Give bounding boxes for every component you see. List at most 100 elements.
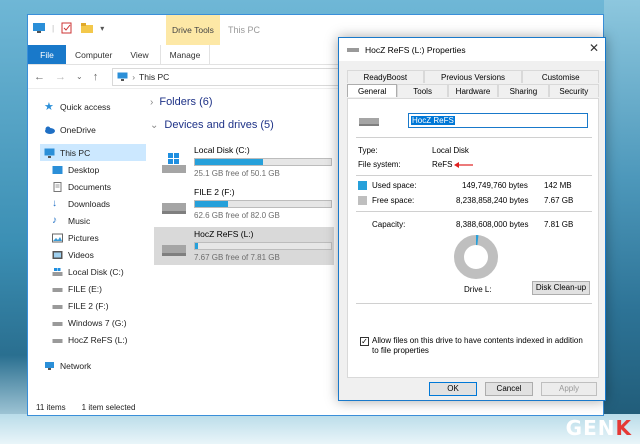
tab-general[interactable]: General — [347, 84, 398, 97]
sidebar-item-label: Desktop — [68, 164, 100, 175]
apply-button[interactable]: Apply — [541, 382, 597, 396]
tab-customise[interactable]: Customise — [522, 70, 599, 83]
drive-free-space: 25.1 GB free of 50.1 GB — [194, 169, 280, 178]
free-space-bytes: 8,238,858,240 bytes — [456, 196, 529, 205]
devices-group-header[interactable]: ⌄ Devices and drives (5) — [150, 119, 274, 131]
divider — [356, 175, 592, 176]
cancel-button[interactable]: Cancel — [485, 382, 533, 396]
tab-previous-versions[interactable]: Previous Versions — [423, 70, 523, 83]
download-icon: ↓ — [52, 197, 57, 209]
cloud-icon — [45, 126, 55, 134]
sidebar-item-label: FILE 2 (F:) — [68, 300, 109, 311]
window-title: This PC — [228, 25, 261, 35]
drive-tile-file-2-f[interactable]: FILE 2 (F:) 62.6 GB free of 82.0 GB — [154, 185, 334, 223]
music-icon: ♪ — [52, 214, 57, 226]
sidebar-item-file-2-f[interactable]: FILE 2 (F:) — [52, 297, 109, 314]
sidebar-item-quick-access[interactable]: ★ Quick access — [44, 98, 111, 115]
tab-sharing[interactable]: Sharing — [498, 84, 549, 97]
sidebar-item-label: Music — [68, 215, 91, 226]
sidebar-item-videos[interactable]: Videos — [52, 246, 94, 263]
sidebar-item-label: FILE (E:) — [68, 283, 103, 294]
tab-view[interactable]: View — [121, 45, 157, 64]
sidebar-item-label: Quick access — [60, 101, 111, 112]
drive-icon — [162, 245, 186, 256]
folders-group-header[interactable]: › Folders (6) — [150, 96, 213, 108]
file-system-value: ReFS — [432, 160, 453, 169]
tab-tools[interactable]: Tools — [397, 84, 448, 97]
drive-tile-hocz-refs-l[interactable]: HocZ ReFS (L:) 7.67 GB free of 7.81 GB — [154, 227, 334, 265]
drive-usage-fill — [195, 243, 198, 249]
forward-arrow-icon[interactable]: → — [55, 71, 66, 83]
tab-readyboost[interactable]: ReadyBoost — [347, 70, 424, 83]
red-arrow-icon — [454, 162, 473, 168]
sidebar-item-hocz-refs-l[interactable]: HocZ ReFS (L:) — [52, 331, 128, 348]
ok-button[interactable]: OK — [429, 382, 477, 396]
address-box[interactable]: › This PC — [112, 67, 343, 86]
drive-icon — [52, 304, 63, 309]
sidebar-item-local-disk-c[interactable]: Local Disk (C:) — [52, 263, 124, 280]
general-tab-panel: HocZ ReFS Type: Local Disk File system: … — [347, 98, 599, 378]
tab-file[interactable]: File — [28, 45, 66, 64]
divider — [356, 303, 592, 304]
used-space-swatch — [358, 181, 367, 190]
chevron-right-icon: › — [150, 96, 154, 108]
drive-name: Local Disk (C:) — [194, 145, 250, 155]
file-system-label: File system: — [358, 160, 401, 169]
watermark-logo: GENK — [566, 416, 632, 440]
desktop-folder-icon — [52, 165, 63, 174]
drive-tools-context-tab[interactable]: Drive Tools — [166, 15, 220, 45]
sidebar-item-documents[interactable]: Documents — [52, 178, 111, 195]
sidebar-item-network[interactable]: Network — [44, 357, 91, 374]
used-space-bytes: 149,749,760 bytes — [462, 181, 528, 190]
windows-drive-icon — [162, 153, 186, 173]
sidebar-item-file-e[interactable]: FILE (E:) — [52, 280, 102, 297]
drive-icon — [52, 267, 63, 276]
sidebar-item-label: Network — [60, 360, 92, 371]
drive-icon — [347, 47, 359, 52]
capacity-bytes: 8,388,608,000 bytes — [456, 220, 529, 229]
chevron-down-icon: ⌄ — [150, 119, 159, 131]
new-folder-icon[interactable] — [80, 22, 94, 34]
sidebar-item-label: Pictures — [68, 232, 99, 243]
tab-computer[interactable]: Computer — [66, 45, 121, 64]
drive-name-input[interactable]: HocZ ReFS — [408, 113, 588, 128]
sidebar-item-onedrive[interactable]: OneDrive — [44, 121, 96, 138]
toolbar-separator: | — [52, 23, 55, 33]
back-arrow-icon[interactable]: ← — [34, 71, 45, 83]
dialog-title: HocZ ReFS (L:) Properties — [365, 44, 466, 55]
used-space-size: 142 MB — [544, 181, 572, 190]
index-checkbox[interactable]: ✓ — [360, 337, 369, 346]
drive-tile-local-disk-c[interactable]: Local Disk (C:) 25.1 GB free of 50.1 GB — [154, 143, 334, 181]
customize-toolbar-icon[interactable]: ▾ — [100, 24, 104, 33]
sidebar-item-desktop[interactable]: Desktop — [52, 161, 99, 178]
status-bar: 11 items 1 item selected — [28, 399, 603, 415]
drive-name-value: HocZ ReFS — [411, 116, 455, 125]
type-label: Type: — [358, 146, 378, 155]
recent-locations-icon[interactable]: ⌄ — [76, 72, 83, 81]
close-icon[interactable]: ✕ — [589, 41, 599, 55]
sidebar-item-windows-7-g[interactable]: Windows 7 (G:) — [52, 314, 127, 331]
folders-group-label: Folders (6) — [159, 96, 213, 108]
sidebar-item-label: HocZ ReFS (L:) — [68, 334, 128, 345]
video-icon — [52, 250, 63, 259]
drive-usage-bar — [194, 242, 332, 250]
computer-icon — [117, 72, 128, 81]
disk-usage-donut — [454, 235, 498, 279]
navigation-pane: ★ Quick access OneDrive This PC Desktop … — [28, 90, 146, 400]
dialog-titlebar[interactable]: HocZ ReFS (L:) Properties ✕ — [339, 38, 605, 61]
up-arrow-icon[interactable]: ↑ — [93, 71, 99, 83]
sidebar-item-label: OneDrive — [60, 124, 96, 135]
drive-icon — [359, 118, 379, 126]
disk-cleanup-button[interactable]: Disk Clean-up — [532, 281, 590, 295]
tab-hardware[interactable]: Hardware — [447, 84, 499, 97]
properties-dialog: HocZ ReFS (L:) Properties ✕ ReadyBoost P… — [338, 37, 606, 401]
tab-manage[interactable]: Manage — [159, 45, 211, 64]
type-value: Local Disk — [432, 146, 469, 155]
sidebar-item-music[interactable]: ♪ Music — [52, 212, 90, 229]
properties-icon[interactable] — [60, 22, 74, 34]
sidebar-item-this-pc[interactable]: This PC — [40, 144, 146, 161]
status-selection: 1 item selected — [81, 402, 136, 412]
sidebar-item-pictures[interactable]: Pictures — [52, 229, 99, 246]
tab-security[interactable]: Security — [548, 84, 600, 97]
sidebar-item-downloads[interactable]: ↓ Downloads — [52, 195, 110, 212]
